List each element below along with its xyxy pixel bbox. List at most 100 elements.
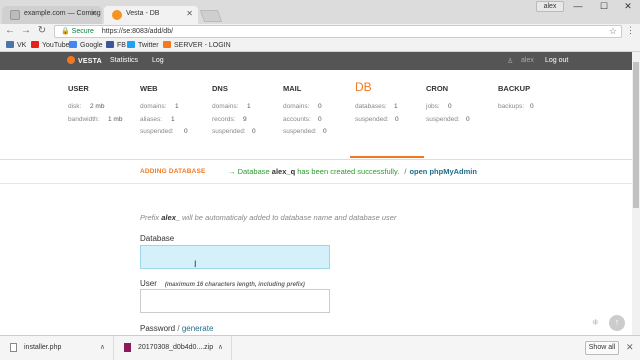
browser-tab-active[interactable]: Vesta - DB ✕ <box>104 6 198 24</box>
scrollbar[interactable] <box>632 52 640 335</box>
close-icon[interactable]: ✕ <box>186 9 193 18</box>
bookmark-vk[interactable]: VK <box>6 41 26 49</box>
maximize-icon[interactable]: ☐ <box>594 1 614 12</box>
download-item[interactable]: 20170308_d0b4d0....zip ∧ <box>114 336 232 360</box>
bookmark-twitter[interactable]: Twitter <box>127 41 159 49</box>
stat-row: suspended: 0 <box>140 126 206 139</box>
toolbar: ← → ↻ 🔒 Secure https://se:8083/add/db/ ☆… <box>0 24 640 39</box>
bookmark-fb[interactable]: FB <box>106 41 126 49</box>
bookmark-star-icon[interactable]: ☆ <box>609 26 617 37</box>
bookmark-label: FB <box>117 42 126 49</box>
archive-icon <box>124 343 131 352</box>
stat-value: 1 <box>394 103 398 110</box>
stat-key: backups: <box>498 103 525 110</box>
stat-title: MAIL <box>283 84 302 93</box>
stat-key: domains: <box>283 103 310 110</box>
bookmark-youtube[interactable]: YouTube <box>31 41 70 49</box>
bookmark-server-login[interactable]: SERVER - LOGIN <box>163 41 231 49</box>
menu-icon[interactable]: ⋮ <box>626 25 635 36</box>
user-label-row: User (maximum 16 characters length, inclu… <box>140 279 305 288</box>
reload-icon[interactable]: ↻ <box>36 25 48 37</box>
current-user[interactable]: alex <box>521 57 534 64</box>
close-icon[interactable]: ✕ <box>90 9 97 18</box>
prefix-value: alex_ <box>161 213 181 222</box>
twitter-icon <box>127 41 135 48</box>
user-input[interactable] <box>140 289 330 313</box>
separator: / <box>404 167 407 176</box>
stat-backup[interactable]: BACKUP backups: 0 <box>498 84 564 114</box>
stat-row: records: 9 <box>212 114 278 127</box>
stat-title: DB <box>355 80 372 94</box>
tab-title: Vesta - DB <box>126 10 160 17</box>
phpmyadmin-link[interactable]: open phpMyAdmin <box>409 167 477 176</box>
stat-value: 1 <box>175 103 179 110</box>
stat-key: suspended: <box>355 115 389 123</box>
stat-value: 1 <box>247 103 251 110</box>
back-icon[interactable]: ← <box>4 25 16 37</box>
stat-key: suspended: <box>283 128 317 135</box>
stat-value: 0 <box>318 103 322 110</box>
stat-db[interactable]: DB databases: 1 suspended: 0 <box>355 80 421 126</box>
database-label: Database <box>140 234 175 243</box>
stat-key: jobs: <box>426 103 440 110</box>
scrollbar-thumb[interactable] <box>633 62 639 208</box>
forward-icon[interactable]: → <box>20 25 32 37</box>
minimize-icon[interactable]: — <box>568 1 588 11</box>
stat-row: suspended: 0 <box>283 126 349 139</box>
vesta-favicon-icon <box>112 10 122 20</box>
download-item[interactable]: installer.php ∧ <box>0 336 114 360</box>
message-post: has been created successfully. <box>297 167 400 176</box>
stat-title: BACKUP <box>498 84 531 93</box>
password-label: Password <box>140 324 176 333</box>
stat-key: bandwidth: <box>68 115 100 123</box>
stat-mail[interactable]: MAIL domains: 0 accounts: 0 suspended: 0 <box>283 84 349 139</box>
close-icon[interactable]: ✕ <box>626 342 634 353</box>
move-icon: ⁜ <box>592 318 599 327</box>
window-close-icon[interactable]: ✕ <box>618 1 638 12</box>
page-heading: ADDING DATABASE <box>140 168 206 175</box>
logout-link[interactable]: Log out <box>545 57 568 64</box>
stat-dns[interactable]: DNS domains: 1 records: 9 suspended: 0 <box>212 84 278 139</box>
stat-key: aliases: <box>140 115 163 123</box>
lock-icon: 🔒 <box>61 28 70 35</box>
page-icon <box>10 10 20 20</box>
bookmark-google[interactable]: Google <box>69 41 103 49</box>
stat-row: jobs: 0 <box>426 101 492 114</box>
user-icon: ♙ <box>507 58 514 65</box>
stat-key: accounts: <box>283 115 311 123</box>
new-tab-button[interactable] <box>199 10 223 22</box>
database-input[interactable] <box>140 245 330 269</box>
browser-tab[interactable]: example.com — Coming ✕ <box>2 6 102 24</box>
nav-statistics[interactable]: Statistics <box>110 57 138 64</box>
active-section-indicator <box>350 156 424 158</box>
address-bar[interactable]: 🔒 Secure https://se:8083/add/db/ ☆ <box>54 25 622 38</box>
scroll-top-button[interactable]: ↑ <box>609 315 625 331</box>
stat-value: 0 <box>466 115 470 123</box>
stat-value: 0 <box>184 128 188 135</box>
success-message: → Database alex_q has been created succe… <box>228 167 477 176</box>
nav-log[interactable]: Log <box>152 57 164 64</box>
prefix-note: Prefix alex_ will be automaticaly added … <box>140 213 396 222</box>
vesta-icon <box>163 41 171 48</box>
stat-cron[interactable]: CRON jobs: 0 suspended: 0 <box>426 84 492 126</box>
separator: / <box>177 324 180 333</box>
stat-row: suspended: 0 <box>426 114 492 127</box>
generate-password-link[interactable]: generate <box>182 324 214 333</box>
stat-key: domains: <box>212 103 239 110</box>
profile-button[interactable]: alex <box>536 1 564 12</box>
stat-key: disk: <box>68 103 82 110</box>
download-filename: installer.php <box>24 344 62 351</box>
prefix-post: will be automaticaly added to database n… <box>182 213 397 222</box>
stat-row: aliases: 1 <box>140 114 206 127</box>
bookmark-label: SERVER - LOGIN <box>174 42 231 49</box>
google-icon <box>69 41 77 48</box>
chevron-up-icon[interactable]: ∧ <box>100 343 105 351</box>
stat-web[interactable]: WEB domains: 1 aliases: 1 suspended: 0 <box>140 84 206 139</box>
user-hint: (maximum 16 characters length, including… <box>164 282 305 288</box>
stat-row: bandwidth: 1 mb <box>68 114 134 127</box>
show-all-button[interactable]: Show all <box>585 341 619 355</box>
bookmark-label: Twitter <box>138 42 159 49</box>
chevron-up-icon[interactable]: ∧ <box>218 343 223 351</box>
stat-user[interactable]: USER disk: 2 mb bandwidth: 1 mb <box>68 84 134 126</box>
vesta-logo[interactable]: VESTA <box>67 56 102 65</box>
